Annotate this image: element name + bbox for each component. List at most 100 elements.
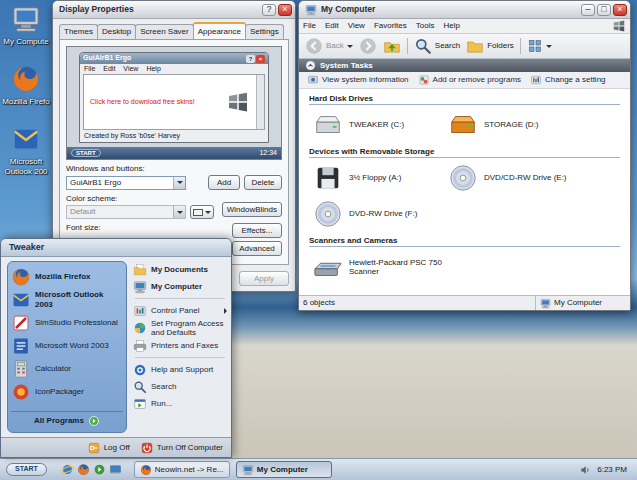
setting-icon xyxy=(530,74,542,86)
program-label: Calculator xyxy=(35,364,71,373)
device-item[interactable]: TWEAKER (C:) xyxy=(309,108,444,142)
up-button[interactable] xyxy=(383,37,401,55)
menu-item[interactable]: File xyxy=(303,21,316,30)
place-item[interactable]: Run... xyxy=(133,395,227,412)
program-label: Microsoft Word 2003 xyxy=(35,341,109,350)
place-item[interactable]: My Documents xyxy=(133,261,227,278)
task-link[interactable]: Add or remove programs xyxy=(418,74,521,86)
title-button[interactable]: – xyxy=(581,4,595,16)
all-programs-button[interactable]: All Programs xyxy=(11,411,123,429)
windows-and-buttons-dropdown[interactable]: GuiAirB1 Ergo xyxy=(66,176,186,190)
menu-item[interactable]: Favorites xyxy=(374,21,407,30)
delete-button[interactable]: Delete xyxy=(244,175,282,190)
tasks-header[interactable]: System Tasks xyxy=(299,59,630,72)
device-name: TWEAKER (C:) xyxy=(349,120,404,129)
log-off-button[interactable]: Log Off xyxy=(87,441,130,455)
device-item[interactable]: 3½ Floppy (A:) xyxy=(309,161,444,195)
desktop-shortcut[interactable]: My Compute xyxy=(1,4,51,46)
apply-button[interactable]: Apply xyxy=(239,271,289,286)
color-button[interactable] xyxy=(190,205,214,219)
menu-item[interactable]: Help xyxy=(443,21,459,30)
control-panel-icon xyxy=(133,304,147,318)
info-icon xyxy=(307,74,319,86)
tab[interactable]: Settings xyxy=(245,24,284,39)
program-item[interactable]: Microsoft Word 2003 xyxy=(11,334,123,357)
taskbar-button[interactable]: Neowin.net -> Re... xyxy=(134,461,230,478)
task-link[interactable]: Change a setting xyxy=(530,74,606,86)
search-label: Search xyxy=(435,41,460,50)
tab[interactable]: Appearance xyxy=(193,22,246,39)
dvd-icon xyxy=(448,163,478,193)
object-count: 6 objects xyxy=(299,298,535,307)
device-item[interactable]: Hewlett-Packard PSC 750 Scanner xyxy=(309,250,444,284)
desktop-shortcut[interactable]: Mozilla Firefo xyxy=(1,64,51,106)
taskbar-button[interactable]: My Computer xyxy=(236,461,332,478)
preview-link[interactable]: Click here to download free skins! xyxy=(90,98,195,106)
place-item[interactable]: Printers and Faxes xyxy=(133,337,227,354)
menu-item[interactable]: Edit xyxy=(325,21,339,30)
program-item[interactable]: Calculator xyxy=(11,357,123,380)
folders-button[interactable]: Folders xyxy=(466,37,514,55)
desktop-shortcut[interactable]: Microsoft Outlook 200 xyxy=(1,124,51,175)
title-button[interactable]: □ xyxy=(597,4,611,16)
preview-controls: ?× xyxy=(246,55,265,63)
device-item[interactable]: STORAGE (D:) xyxy=(444,108,620,142)
tab[interactable]: Desktop xyxy=(97,24,136,39)
advanced-button[interactable]: Advanced xyxy=(232,241,282,256)
effects-button[interactable]: Effects... xyxy=(232,223,282,238)
device-section: Devices with Removable Storage 3½ Floppy… xyxy=(299,142,630,231)
title-button[interactable]: ? xyxy=(262,4,276,16)
program-item[interactable]: Microsoft Outlook 2003 xyxy=(11,288,123,311)
floppy-icon xyxy=(313,163,343,193)
dropdown-button[interactable] xyxy=(173,206,185,218)
tab[interactable]: Screen Saver xyxy=(135,24,193,39)
taskbar-button-label: My Computer xyxy=(257,465,308,474)
program-item[interactable]: Mozilla Firefox xyxy=(11,265,123,288)
back-button[interactable]: Back xyxy=(305,37,353,55)
device-name: DVD-RW Drive (F:) xyxy=(349,209,417,218)
dropdown-button[interactable] xyxy=(173,177,185,189)
simstudio-icon xyxy=(11,313,31,333)
tab-panel: GuiAirB1 Ergo ?× FileEditViewHelp Click … xyxy=(59,39,289,265)
views-button[interactable] xyxy=(527,38,552,54)
add-button[interactable]: Add xyxy=(208,175,240,190)
place-item[interactable]: Control Panel xyxy=(133,302,227,319)
search-button[interactable]: Search xyxy=(414,37,460,55)
preview-content: Click here to download free skins! xyxy=(84,75,256,129)
my-computer-window[interactable]: My Computer –□× File Edit View Favorites Too… xyxy=(298,0,631,311)
volume-button[interactable] xyxy=(579,464,591,476)
quick-launch-button[interactable] xyxy=(61,463,74,476)
turn-off-button[interactable]: Turn Off Computer xyxy=(140,441,223,455)
device-name: Hewlett-Packard PSC 750 Scanner xyxy=(349,258,444,276)
device-item[interactable]: DVD-RW Drive (F:) xyxy=(309,197,444,231)
place-item[interactable]: My Computer xyxy=(133,278,227,295)
program-item[interactable]: IconPackager xyxy=(11,380,123,403)
title-button[interactable]: × xyxy=(278,4,292,16)
program-label: SimStudio Professional xyxy=(35,318,118,327)
color-scheme-dropdown[interactable]: Default xyxy=(66,205,186,219)
title-bar[interactable]: Display Properties ?× xyxy=(53,1,295,19)
device-item[interactable]: DVD/CD-RW Drive (E:) xyxy=(444,161,620,195)
task-link[interactable]: View system information xyxy=(307,74,409,86)
quick-launch-button[interactable] xyxy=(93,463,106,476)
menu-item[interactable]: View xyxy=(348,21,365,30)
quick-launch-button[interactable] xyxy=(77,463,90,476)
tab[interactable]: Themes xyxy=(59,24,98,39)
device-name: STORAGE (D:) xyxy=(484,120,539,129)
menu-item[interactable]: Tools xyxy=(416,21,435,30)
title-button[interactable]: × xyxy=(613,4,627,16)
start-menu: Tweaker Mozilla Firefox Microsoft Outloo… xyxy=(0,238,232,458)
all-programs-label: All Programs xyxy=(34,416,84,425)
place-item[interactable]: Search xyxy=(133,378,227,395)
computer-icon xyxy=(305,4,317,16)
desktop-area: My Compute Mozilla Firefo Microsoft Outl… xyxy=(0,0,637,458)
place-item[interactable]: Set Program Access and Defaults xyxy=(133,319,227,337)
windowblinds-button[interactable]: WindowBlinds xyxy=(222,202,282,217)
title-bar[interactable]: My Computer –□× xyxy=(299,1,630,19)
quick-launch-button[interactable] xyxy=(109,463,122,476)
program-item[interactable]: SimStudio Professional xyxy=(11,311,123,334)
forward-button[interactable] xyxy=(359,37,377,55)
collapse-button[interactable] xyxy=(305,60,316,71)
place-item[interactable]: Help and Support xyxy=(133,361,227,378)
start-button[interactable]: START xyxy=(6,463,47,475)
